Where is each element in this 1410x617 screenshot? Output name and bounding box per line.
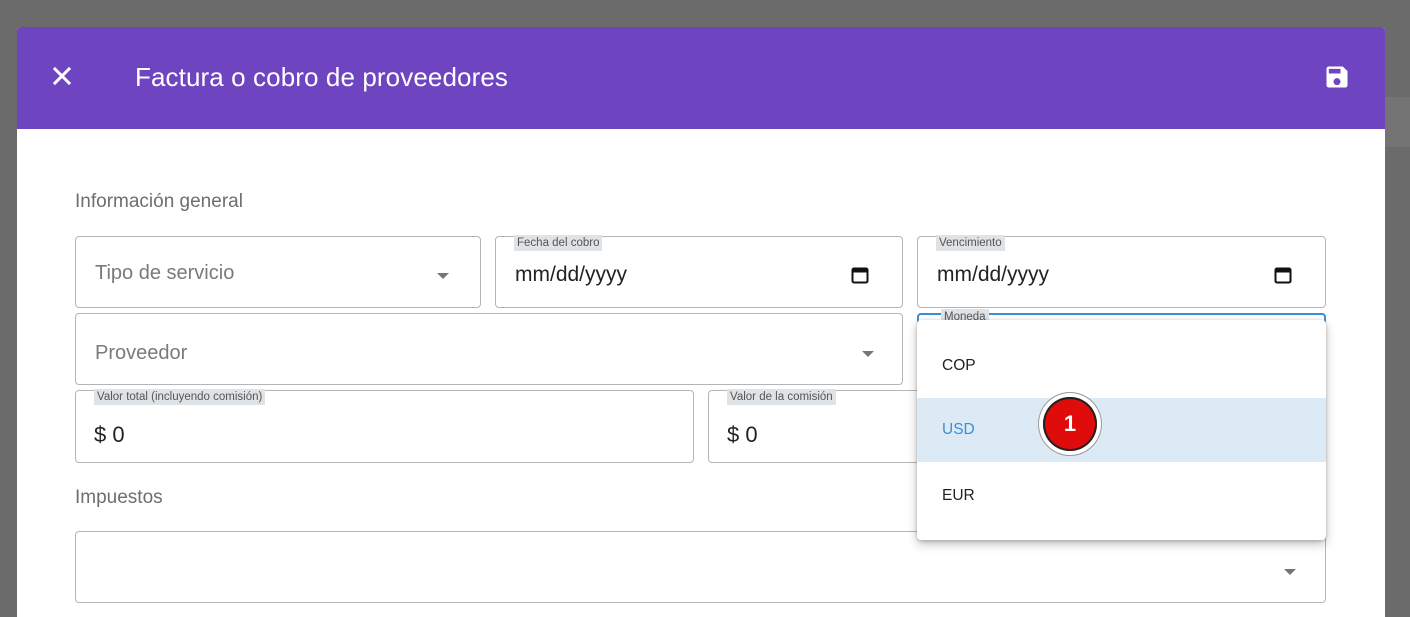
calendar-icon[interactable] [1273, 265, 1293, 285]
currency-option-eur[interactable]: EUR [917, 464, 1326, 528]
commission-value-value: $ 0 [727, 422, 758, 447]
total-value-label: Valor total (incluyendo comisión) [94, 389, 266, 405]
charge-date-input[interactable]: Fecha del cobro mm/dd/yyyy [495, 235, 903, 308]
provider-select[interactable]: Proveedor [75, 313, 903, 385]
step-badge-number: 1 [1043, 397, 1097, 451]
close-icon[interactable] [47, 61, 77, 91]
save-icon[interactable] [1323, 63, 1351, 91]
section-title-taxes: Impuestos [75, 487, 163, 508]
provider-placeholder: Proveedor [95, 342, 188, 364]
dialog-header: Factura o cobro de proveedores [17, 27, 1385, 129]
service-type-select[interactable]: Tipo de servicio [75, 236, 481, 308]
charge-date-label: Fecha del cobro [514, 235, 603, 251]
total-value-input[interactable]: Valor total (incluyendo comisión) $ 0 [75, 389, 694, 463]
chevron-down-icon [437, 273, 449, 279]
service-type-placeholder: Tipo de servicio [95, 262, 235, 284]
step-badge: 1 [1039, 393, 1101, 455]
calendar-icon[interactable] [850, 265, 870, 285]
total-value-value: $ 0 [94, 422, 125, 447]
currency-menu: COP USD EUR [917, 320, 1326, 540]
section-title-general: Información general [75, 191, 243, 212]
due-date-input[interactable]: Vencimiento mm/dd/yyyy [917, 235, 1326, 308]
due-date-value: mm/dd/yyyy [937, 263, 1050, 286]
currency-option-usd[interactable]: USD [917, 398, 1326, 462]
charge-date-value: mm/dd/yyyy [515, 263, 628, 286]
chevron-down-icon [1284, 569, 1296, 575]
commission-value-label: Valor de la comisión [727, 389, 836, 405]
taxes-select[interactable] [75, 531, 1326, 603]
due-date-label: Vencimiento [936, 235, 1005, 251]
chevron-down-icon [862, 351, 874, 357]
dialog-title: Factura o cobro de proveedores [135, 62, 508, 92]
backdrop-strip [1385, 97, 1410, 147]
currency-option-cop[interactable]: COP [917, 334, 1326, 398]
